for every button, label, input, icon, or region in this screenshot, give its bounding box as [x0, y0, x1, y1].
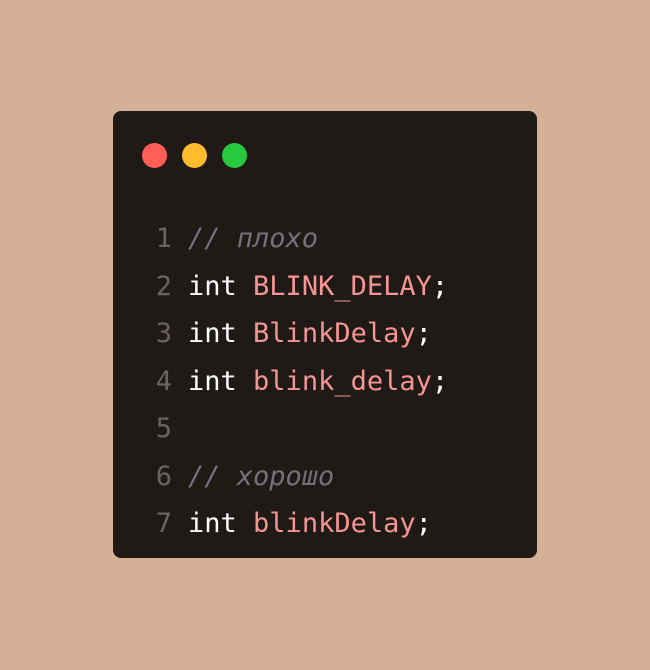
code-line: 5 [113, 405, 537, 453]
close-dot-icon[interactable] [142, 143, 167, 168]
code-identifier: BLINK_DELAY [253, 270, 432, 302]
line-number: 5 [155, 413, 172, 444]
code-punctuation: ; [431, 270, 449, 302]
code-punctuation: ; [431, 365, 449, 397]
code-line: 7 int blinkDelay; [113, 500, 537, 548]
code-identifier: BlinkDelay [253, 318, 416, 349]
line-number: 7 [155, 508, 172, 539]
line-number: 3 [155, 318, 172, 349]
code-keyword: int [188, 270, 237, 302]
minimize-dot-icon[interactable] [182, 143, 207, 168]
code-comment: // плохо [188, 223, 319, 254]
line-number: 4 [155, 365, 172, 397]
code-identifier: blinkDelay [253, 508, 416, 539]
code-keyword: int [188, 318, 237, 349]
code-line: 6 // хорошо [113, 453, 537, 501]
code-punctuation: ; [415, 318, 432, 349]
maximize-dot-icon[interactable] [222, 143, 247, 168]
code-punctuation: ; [415, 508, 432, 539]
code-comment: // хорошо [188, 460, 335, 492]
line-number: 1 [155, 223, 172, 254]
code-line: 3 int BlinkDelay; [113, 310, 537, 358]
code-window: 1 // плохо 2 int BLINK_DELAY; 3 int BlinkDe… [113, 111, 537, 558]
code-line: 2 int BLINK_DELAY; [113, 263, 537, 311]
line-number: 6 [155, 460, 172, 492]
line-number: 2 [155, 270, 172, 302]
code-line: 4 int blink_delay; [113, 358, 537, 406]
code-line: 1 // плохо [113, 215, 537, 263]
code-keyword: int [188, 508, 237, 539]
code-keyword: int [188, 365, 237, 397]
code-block: 1 // плохо 2 int BLINK_DELAY; 3 int BlinkDe… [113, 215, 537, 548]
code-identifier: blink_delay [253, 365, 432, 397]
window-controls [142, 143, 247, 168]
